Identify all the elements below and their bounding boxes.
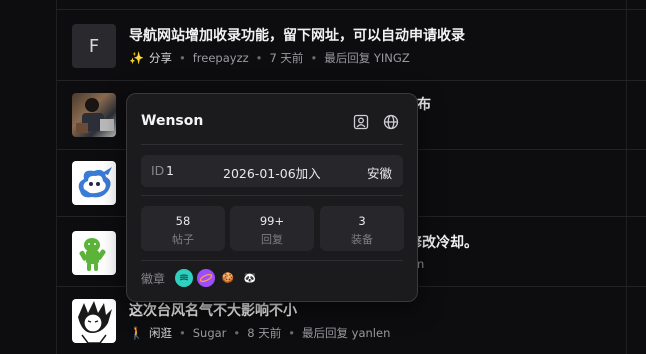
meta-separator: • xyxy=(288,326,295,340)
join-date: 2026-01-06加入 xyxy=(223,166,321,181)
topic-author[interactable]: freepayzz xyxy=(193,51,249,65)
avatar[interactable] xyxy=(72,299,116,343)
topic-time: 8 天前 xyxy=(247,326,282,340)
stat-label: 帖子 xyxy=(172,233,194,246)
topic-author[interactable]: Sugar xyxy=(193,326,227,340)
stat-equipment[interactable]: 3 装备 xyxy=(320,206,404,251)
user-id: 1 xyxy=(166,163,174,178)
topic-category[interactable]: 分享 xyxy=(149,50,172,66)
avatar[interactable] xyxy=(72,231,116,275)
meta-separator: • xyxy=(255,51,263,65)
avatar[interactable] xyxy=(72,161,116,205)
avatar[interactable] xyxy=(72,93,116,137)
topic-category[interactable]: 闲逛 xyxy=(149,325,172,341)
meta-separator: • xyxy=(233,326,241,340)
id-label: ID xyxy=(151,163,165,178)
topic-title[interactable]: 导航网站增加收录功能，留下网址，可以自动申请收录 xyxy=(129,25,465,45)
topic-title[interactable]: 布 xyxy=(417,94,431,114)
topic-meta: 🚶 闲逛 • Sugar • 8 天前 • 最后回复 yanlen xyxy=(129,325,390,341)
sparkle-icon: ✨ xyxy=(129,51,144,65)
stat-label: 装备 xyxy=(351,233,373,246)
user-profile-popover: Wenson ID 1 2026-01-06加入 安徽 58 帖子 99+ 回复… xyxy=(126,93,418,302)
stat-replies[interactable]: 99+ 回复 xyxy=(230,206,314,251)
topic-title[interactable]: 修改冷却。 xyxy=(408,232,478,252)
stat-label: 回复 xyxy=(261,233,283,246)
wind-badge-icon[interactable] xyxy=(175,269,193,287)
user-profile-icon[interactable] xyxy=(352,113,370,131)
row-divider xyxy=(56,9,646,10)
profile-username: Wenson xyxy=(141,113,204,129)
stat-value: 99+ xyxy=(259,214,285,228)
stat-value: 3 xyxy=(358,214,366,228)
meta-separator: • xyxy=(310,51,318,65)
cookie-badge-icon[interactable]: 🍪 xyxy=(219,269,237,287)
topic-last-reply[interactable]: 最后回复 yanlen xyxy=(302,325,390,341)
content-left-border xyxy=(56,0,57,354)
divider xyxy=(141,195,403,196)
user-location: 安徽 xyxy=(366,166,392,181)
walking-person-icon: 🚶 xyxy=(129,326,144,340)
topic-title[interactable]: 这次台风名气不大影响不小 xyxy=(129,300,297,320)
topic-meta: ✨ 分享 • freepayzz • 7 天前 • 最后回复 YINGZ xyxy=(129,50,410,66)
topic-time: 7 天前 xyxy=(269,51,304,65)
meta-separator: • xyxy=(178,51,186,65)
panda-badge-icon[interactable]: 🐼 xyxy=(241,269,259,287)
topic-row[interactable]: F 导航网站增加收录功能，留下网址，可以自动申请收录 ✨ 分享 • freepa… xyxy=(72,24,646,84)
avatar[interactable]: F xyxy=(72,24,116,68)
stat-value: 58 xyxy=(175,214,191,228)
badges-label: 徽章 xyxy=(141,272,166,286)
divider xyxy=(141,144,403,145)
orbit-badge-icon[interactable] xyxy=(197,269,215,287)
topic-row[interactable]: 这次台风名气不大影响不小 🚶 闲逛 • Sugar • 8 天前 • 最后回复 … xyxy=(72,299,646,354)
meta-separator: • xyxy=(178,326,186,340)
divider xyxy=(141,260,403,261)
topic-last-reply[interactable]: 最后回复 YINGZ xyxy=(324,50,409,66)
user-info-bar: ID 1 2026-01-06加入 安徽 xyxy=(141,155,403,187)
topic-meta-tail: n xyxy=(417,257,425,271)
topic-meta: n xyxy=(417,257,424,271)
stat-posts[interactable]: 58 帖子 xyxy=(141,206,225,251)
globe-icon[interactable] xyxy=(382,113,400,131)
